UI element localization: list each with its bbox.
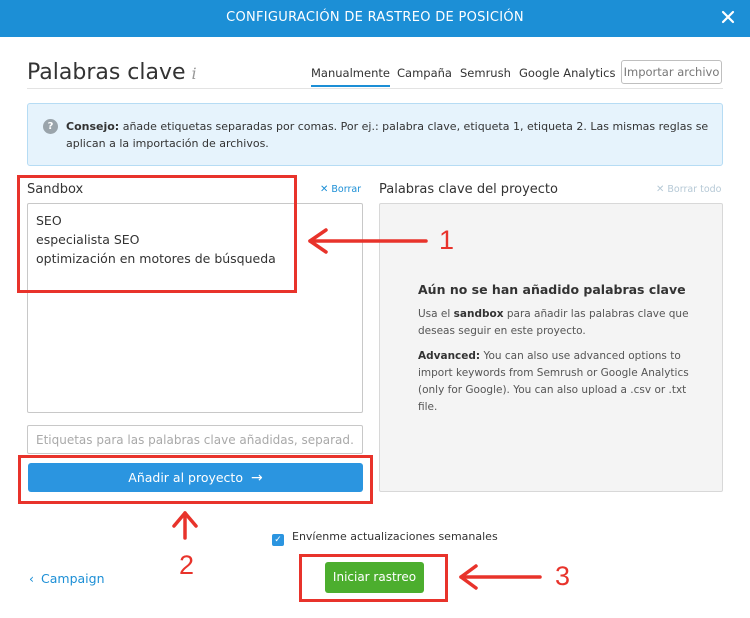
tip-body: añade etiquetas separadas por comas. Por… [66, 120, 709, 150]
tab-manualmente[interactable]: Manualmente [311, 66, 390, 87]
clear-all-link[interactable]: ✕ Borrar todo [656, 184, 722, 195]
tip-text: Consejo: añade etiquetas separadas por c… [66, 118, 716, 152]
tab-google-analytics[interactable]: Google Analytics [519, 66, 615, 80]
empty-state-title: Aún no se han añadido palabras clave [418, 282, 686, 297]
annotation-box-sandbox [17, 175, 297, 293]
annotation-box-start-button [299, 554, 448, 602]
dialog-title: CONFIGURACIÓN DE RASTREO DE POSICIÓN [226, 10, 524, 25]
tags-input[interactable] [27, 425, 363, 454]
page-title-text: Palabras clave [27, 60, 186, 85]
advanced-label: Advanced: [418, 350, 481, 362]
empty-text-pre: Usa el [418, 308, 451, 320]
info-icon[interactable]: i [192, 64, 197, 83]
back-campaign-label: Campaign [41, 571, 105, 586]
empty-state-text: Usa el sandbox para añadir las palabras … [418, 306, 708, 340]
annotation-number-1: 1 [439, 225, 455, 255]
weekly-updates-label[interactable]: Envíenme actualizaciones semanales [292, 530, 498, 543]
tab-semrush[interactable]: Semrush [460, 66, 511, 80]
question-icon: ? [43, 119, 58, 134]
empty-text-bold: sandbox [453, 308, 504, 320]
sandbox-clear-label: Borrar [331, 184, 362, 195]
back-campaign-link[interactable]: ‹ Campaign [29, 571, 105, 586]
project-keywords-label: Palabras clave del proyecto [379, 182, 558, 197]
sandbox-clear-link[interactable]: ✕ Borrar [320, 184, 361, 195]
tip-box: ? Consejo: añade etiquetas separadas por… [27, 103, 723, 166]
tab-campana[interactable]: Campaña [397, 66, 452, 80]
header-divider [27, 88, 723, 89]
clear-all-icon: ✕ [656, 184, 665, 195]
weekly-updates-row: ✓ Envíenme actualizaciones semanales [272, 530, 498, 546]
close-icon[interactable] [720, 9, 736, 25]
annotation-box-add-button [18, 455, 373, 504]
clear-all-label: Borrar todo [667, 184, 722, 195]
clear-icon: ✕ [320, 184, 329, 195]
project-keywords-panel: Aún no se han añadido palabras clave Usa… [379, 203, 723, 492]
annotation-number-3: 3 [555, 561, 571, 591]
tip-label: Consejo: [66, 120, 120, 133]
chevron-left-icon: ‹ [29, 571, 34, 586]
page-title: Palabras clave i [27, 60, 197, 85]
dialog-titlebar: CONFIGURACIÓN DE RASTREO DE POSICIÓN [0, 0, 750, 37]
annotation-number-2: 2 [179, 550, 195, 580]
import-file-button[interactable]: Importar archivo [621, 60, 722, 84]
weekly-updates-checkbox[interactable]: ✓ [272, 534, 284, 546]
advanced-text: Advanced: You can also use advanced opti… [418, 348, 708, 416]
